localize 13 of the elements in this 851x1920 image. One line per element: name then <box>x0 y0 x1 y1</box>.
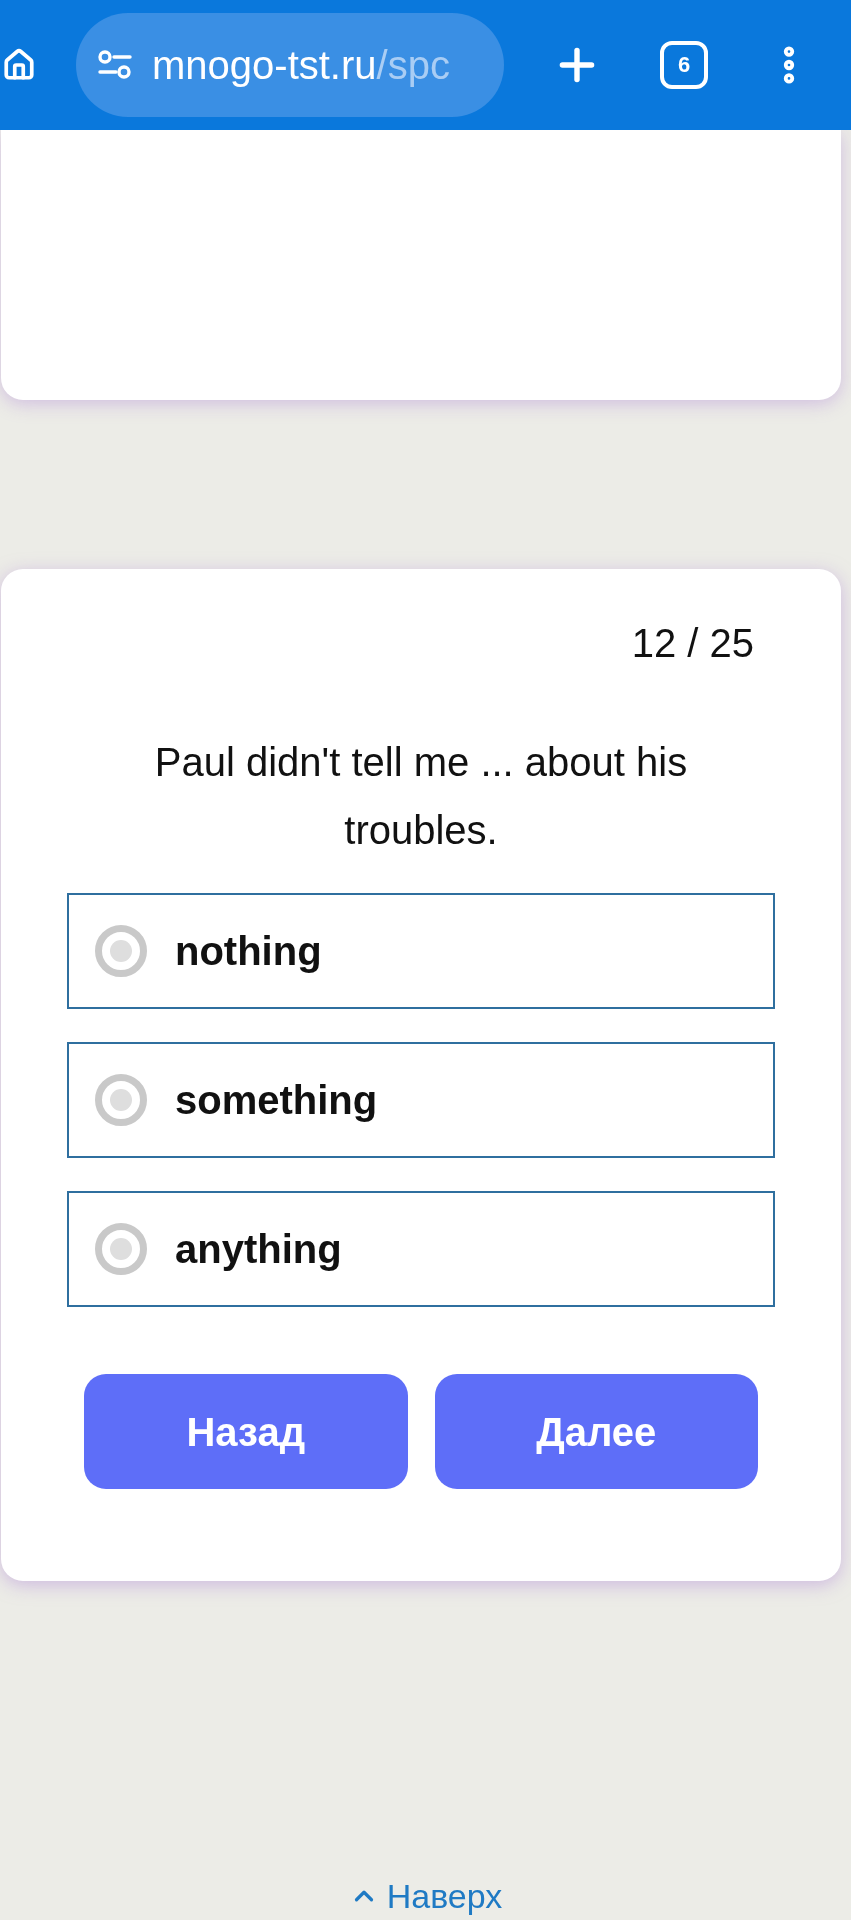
answer-option[interactable]: something <box>67 1042 775 1158</box>
back-to-top-link[interactable]: Наверх <box>348 1876 503 1916</box>
question-text: Paul didn't tell me ... about his troubles. <box>153 739 689 854</box>
home-icon[interactable] <box>2 48 36 82</box>
next-button[interactable]: Далее <box>434 1374 758 1489</box>
tune-icon[interactable] <box>98 50 132 80</box>
address-bar[interactable]: mnogo-tst.ru/spc <box>76 13 504 117</box>
tab-count-button[interactable]: 6 <box>660 41 708 89</box>
back-button[interactable]: Назад <box>84 1374 408 1489</box>
answer-option[interactable]: nothing <box>67 893 775 1009</box>
question-counter: 12 / 25 <box>631 620 754 667</box>
answer-option[interactable]: anything <box>67 1191 775 1307</box>
url-text: mnogo-tst.ru/spc <box>152 42 450 89</box>
